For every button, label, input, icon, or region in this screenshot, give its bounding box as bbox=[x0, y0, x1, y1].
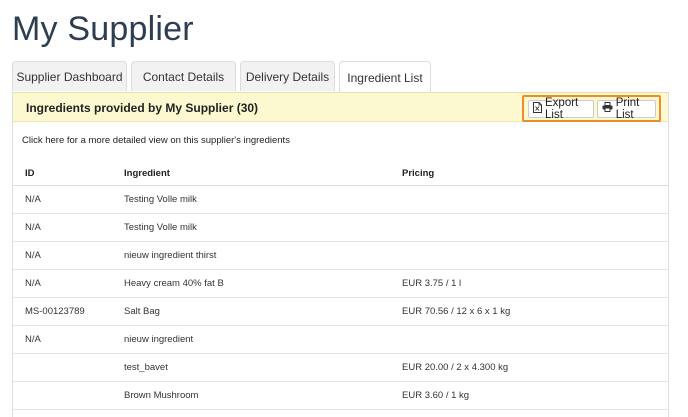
panel-header: Ingredients provided by My Supplier (30)… bbox=[13, 92, 668, 122]
table-row[interactable]: Brown Mushroom EUR 3.60 / 1 kg bbox=[13, 381, 669, 410]
column-header-pricing[interactable]: Pricing bbox=[390, 162, 669, 186]
cell-id: MS-00123789 bbox=[13, 297, 112, 326]
cell-ingredient: nieuw ingredient bbox=[112, 325, 390, 354]
cell-id: N/A bbox=[13, 269, 112, 298]
export-list-label: Export List bbox=[545, 96, 579, 121]
cell-pricing: EUR 3.75 / 1 l bbox=[390, 269, 669, 298]
ingredient-panel: Ingredients provided by My Supplier (30)… bbox=[12, 92, 669, 417]
table-header-row: ID Ingredient Pricing bbox=[13, 162, 669, 186]
ingredient-table: ID Ingredient Pricing N/A Testing Volle … bbox=[13, 162, 669, 410]
table-row[interactable]: MS-00123789 Salt Bag EUR 70.56 / 12 x 6 … bbox=[13, 297, 669, 326]
cell-id bbox=[13, 381, 112, 410]
cell-id: N/A bbox=[13, 185, 112, 214]
cell-ingredient: nieuw ingredient thirst bbox=[112, 241, 390, 270]
tab-supplier-dashboard[interactable]: Supplier Dashboard bbox=[12, 61, 127, 91]
table-row[interactable]: N/A Heavy cream 40% fat B EUR 3.75 / 1 l bbox=[13, 269, 669, 298]
printer-icon bbox=[602, 102, 616, 115]
table-row[interactable]: N/A Testing Volle milk bbox=[13, 213, 669, 242]
cell-pricing: EUR 70.56 / 12 x 6 x 1 kg bbox=[390, 297, 669, 326]
cell-id: N/A bbox=[13, 325, 112, 354]
column-header-ingredient[interactable]: Ingredient bbox=[112, 162, 390, 186]
table-row[interactable]: N/A nieuw ingredient bbox=[13, 325, 669, 354]
page: My Supplier Supplier Dashboard Contact D… bbox=[0, 0, 688, 417]
table-row[interactable]: N/A nieuw ingredient thirst bbox=[13, 241, 669, 270]
tab-bar: Supplier Dashboard Contact Details Deliv… bbox=[12, 61, 668, 93]
cell-ingredient: Testing Volle milk bbox=[112, 185, 390, 214]
print-list-label: Print List bbox=[615, 96, 640, 121]
tab-contact-details[interactable]: Contact Details bbox=[131, 61, 236, 91]
cell-ingredient: Salt Bag bbox=[112, 297, 390, 326]
export-list-button[interactable]: Export List bbox=[528, 96, 594, 121]
table-row[interactable]: N/A Testing Volle milk bbox=[13, 185, 669, 214]
cell-pricing: EUR 3.60 / 1 kg bbox=[390, 381, 669, 410]
tab-ingredient-list[interactable]: Ingredient List bbox=[339, 61, 431, 93]
page-title: My Supplier bbox=[12, 10, 194, 48]
table-row[interactable]: test_bavet EUR 20.00 / 2 x 4.300 kg bbox=[13, 353, 669, 382]
cell-ingredient: Heavy cream 40% fat B bbox=[112, 269, 390, 298]
cell-ingredient: test_bavet bbox=[112, 353, 390, 382]
cell-ingredient: Testing Volle milk bbox=[112, 213, 390, 242]
cell-pricing bbox=[390, 325, 669, 354]
cell-id: N/A bbox=[13, 213, 112, 242]
tab-delivery-details[interactable]: Delivery Details bbox=[240, 61, 335, 91]
cell-ingredient: Brown Mushroom bbox=[112, 381, 390, 410]
cell-pricing bbox=[390, 213, 669, 242]
print-list-button[interactable]: Print List bbox=[596, 96, 656, 121]
list-actions: Export List Print List bbox=[522, 95, 661, 122]
cell-pricing bbox=[390, 185, 669, 214]
panel-heading: Ingredients provided by My Supplier (30) bbox=[26, 101, 259, 115]
cell-id: N/A bbox=[13, 241, 112, 270]
column-header-id[interactable]: ID bbox=[13, 162, 112, 186]
detailed-view-link[interactable]: Click here for a more detailed view on t… bbox=[22, 135, 290, 146]
cell-pricing bbox=[390, 241, 669, 270]
cell-pricing: EUR 20.00 / 2 x 4.300 kg bbox=[390, 353, 669, 382]
cell-id bbox=[13, 353, 112, 382]
file-export-icon bbox=[533, 101, 545, 116]
